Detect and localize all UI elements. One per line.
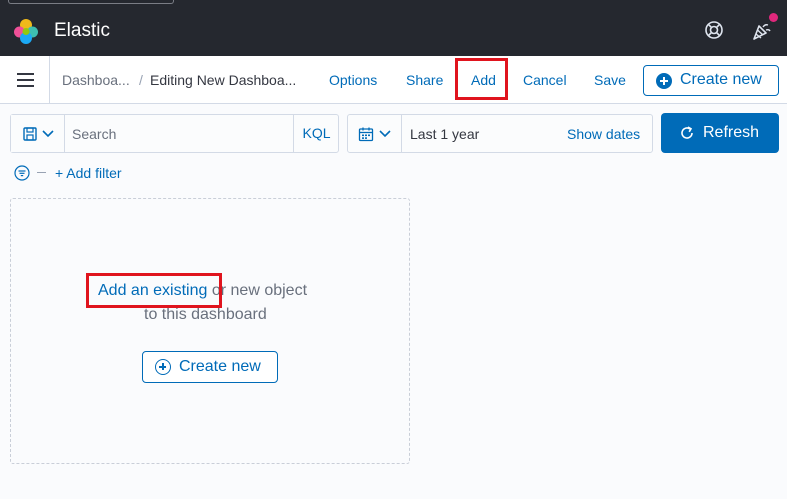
browser-tab-edge [8,0,174,4]
create-new-button[interactable]: Create new [643,65,779,96]
filter-options-icon[interactable] [14,165,30,181]
plus-circle-icon [656,73,672,89]
hamburger-menu-icon[interactable] [0,56,50,103]
share-button[interactable]: Share [406,72,443,88]
add-button[interactable]: Add [471,72,496,88]
brand-name[interactable]: Elastic [54,20,110,42]
global-header: Elastic [0,0,787,56]
show-dates-link[interactable]: Show dates [567,126,640,142]
save-disk-icon [23,127,37,141]
newsfeed-icon[interactable] [750,18,774,42]
breadcrumb-current: Editing New Dashboa... [150,72,297,88]
options-button[interactable]: Options [329,72,377,88]
empty-state-text-1: or new object [207,282,308,299]
search-input[interactable] [66,115,292,152]
calendar-icon [358,127,374,142]
news-badge [769,13,778,22]
empty-state-message: Add an existing or new object [98,282,307,300]
help-lifebuoy-icon[interactable] [704,20,724,40]
create-new-label: Create new [680,71,762,88]
quick-date-menu-button[interactable] [348,115,402,152]
breadcrumb-separator: / [139,72,143,88]
save-button[interactable]: Save [594,72,626,88]
query-language-toggle[interactable]: KQL [293,115,339,152]
elastic-logo-icon[interactable] [12,17,40,45]
date-picker: Last 1 year Show dates [347,114,653,153]
cancel-button[interactable]: Cancel [523,72,567,88]
refresh-button[interactable]: Refresh [661,113,779,153]
empty-dashboard-panel [10,198,410,464]
create-new-panel-button[interactable]: Create new [142,351,278,383]
saved-query-menu-button[interactable] [11,115,65,152]
breadcrumb-dashboards[interactable]: Dashboa... [62,72,130,88]
create-new-panel-label: Create new [179,358,261,375]
refresh-label: Refresh [703,124,760,141]
add-filter-button[interactable]: + Add filter [55,165,122,181]
empty-state-text-2: to this dashboard [144,306,267,323]
chevron-down-icon [42,130,54,138]
add-existing-link[interactable]: Add an existing [98,282,207,299]
chevron-down-icon [379,130,391,138]
app-navbar: Dashboa... / Editing New Dashboa... Opti… [0,56,787,104]
filter-divider [37,172,46,173]
time-range-label[interactable]: Last 1 year [410,126,479,142]
refresh-icon [681,126,693,139]
query-bar: KQL [10,114,339,153]
plus-circle-icon [155,359,171,375]
